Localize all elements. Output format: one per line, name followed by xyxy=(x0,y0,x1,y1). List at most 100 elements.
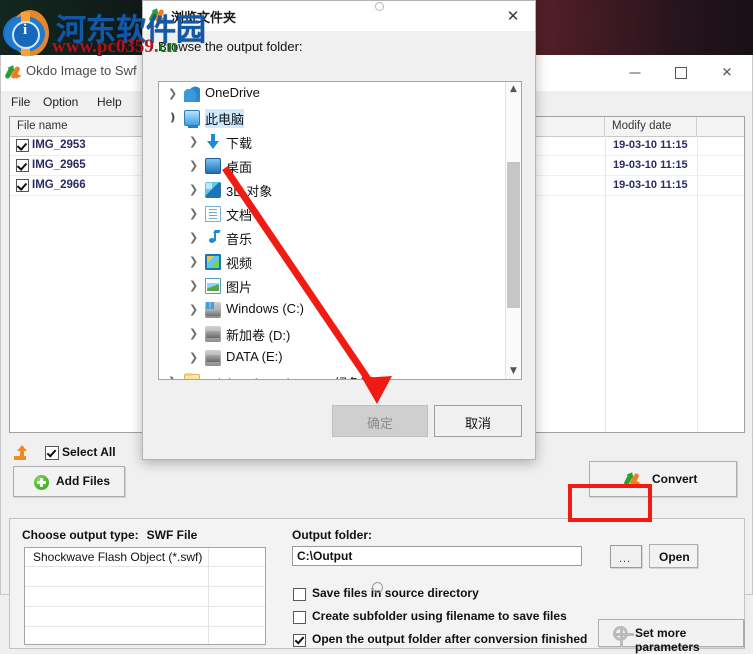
tree-item-windows-c[interactable]: ❯ Windows (C:) xyxy=(159,298,521,322)
dialog-title-text: 浏览文件夹 xyxy=(171,10,237,25)
output-type-list[interactable]: Shockwave Flash Object (*.swf) xyxy=(24,547,266,647)
chevron-right-icon[interactable]: ❯ xyxy=(189,327,198,340)
row-modify-date: 19-03-10 11:15 xyxy=(613,139,688,151)
chevron-right-icon[interactable]: ❯ xyxy=(189,351,198,364)
videos-icon xyxy=(205,254,221,270)
3d-objects-icon xyxy=(205,182,221,198)
mouse-cursor-indicator xyxy=(372,582,383,593)
drive-icon xyxy=(205,326,221,342)
tree-item-label: 视频 xyxy=(226,256,253,271)
move-up-icon[interactable] xyxy=(13,445,31,461)
busy-indicator-icon xyxy=(375,2,384,11)
add-files-button[interactable]: Add Files xyxy=(13,466,125,497)
chevron-right-icon[interactable]: ❯ xyxy=(189,135,198,148)
dialog-close-button[interactable]: ✕ xyxy=(491,1,535,31)
tree-item-this-pc[interactable]: ❫ 此电脑 xyxy=(159,106,521,130)
tree-item-desktop[interactable]: ❯ 桌面 xyxy=(159,154,521,178)
row-file-name: IMG_2966 xyxy=(32,179,86,191)
select-all-label: Select All xyxy=(62,445,116,459)
open-after-conversion-label: Open the output folder after conversion … xyxy=(312,632,588,646)
row-checkbox[interactable] xyxy=(16,159,29,172)
row-file-name: IMG_2953 xyxy=(32,139,86,151)
convert-label: Convert xyxy=(652,472,698,486)
dialog-title-bar: 浏览文件夹 ✕ xyxy=(143,1,535,31)
tree-item-drive-d[interactable]: ❯ 新加卷 (D:) xyxy=(159,322,521,346)
close-button[interactable]: ✕ xyxy=(704,55,750,91)
browse-folder-button[interactable]: ... xyxy=(610,545,642,568)
row-modify-date: 19-03-10 11:15 xyxy=(613,179,688,191)
open-label: Open xyxy=(659,550,690,564)
column-header-blank-2[interactable] xyxy=(697,117,744,136)
tree-scrollbar[interactable]: ▲ ▼ xyxy=(505,82,521,379)
desktop-icon xyxy=(205,158,221,174)
music-icon xyxy=(205,230,221,246)
chevron-down-icon[interactable]: ▼ xyxy=(506,364,521,379)
tree-item-label: 桌面 xyxy=(226,160,253,175)
tree-item-label: Windows (C:) xyxy=(226,301,305,316)
maximize-button[interactable] xyxy=(658,55,704,91)
chevron-right-icon[interactable]: ❯ xyxy=(189,231,198,244)
tree-item-videos[interactable]: ❯ 视频 xyxy=(159,250,521,274)
green-plus-icon xyxy=(34,475,49,490)
tree-item-documents[interactable]: ❯ 文档 xyxy=(159,202,521,226)
tree-item-3d-objects[interactable]: ❯ 3D 对象 xyxy=(159,178,521,202)
dialog-prompt-text: Browse the output folder: xyxy=(158,39,303,54)
cancel-button[interactable]: 取消 xyxy=(434,405,522,437)
scrollbar-thumb[interactable] xyxy=(507,162,520,308)
output-type-label: Choose output type: SWF File xyxy=(22,528,197,542)
close-icon: ✕ xyxy=(506,7,520,25)
folder-tree[interactable]: ❯ OneDrive ❫ 此电脑 ❯ 下载 ❯ 桌面 ❯ 3D 对象 ❯ 文档 … xyxy=(158,81,522,380)
open-after-conversion-checkbox[interactable] xyxy=(293,634,306,647)
menu-item-help[interactable]: Help xyxy=(91,93,128,115)
row-checkbox[interactable] xyxy=(16,139,29,152)
annotation-highlight-box xyxy=(568,484,652,522)
chevron-right-icon[interactable]: ❯ xyxy=(168,375,177,379)
set-more-parameters-button[interactable]: Set more parameters xyxy=(598,619,744,654)
output-folder-label: Output folder: xyxy=(292,528,372,542)
tree-item-music[interactable]: ❯ 音乐 xyxy=(159,226,521,250)
chevron-down-icon[interactable]: ❫ xyxy=(168,111,177,124)
okdo-arrows-icon xyxy=(148,6,166,24)
tree-item-pictures[interactable]: ❯ 图片 xyxy=(159,274,521,298)
tree-item-label: 新加卷 (D:) xyxy=(226,328,291,343)
chevron-right-icon[interactable]: ❯ xyxy=(189,255,198,268)
folder-icon xyxy=(184,373,200,379)
browse-folder-dialog: 浏览文件夹 ✕ Browse the output folder: ❯ OneD… xyxy=(142,0,536,460)
cancel-label: 取消 xyxy=(464,416,491,431)
tree-item-adobe-photoshop[interactable]: ❯ Adobe Photoshop CC 绿色版 xyxy=(159,370,521,379)
select-all-checkbox[interactable] xyxy=(45,446,59,460)
output-folder-input[interactable] xyxy=(292,546,582,566)
tree-item-label: OneDrive xyxy=(205,85,260,100)
minimize-button[interactable] xyxy=(612,55,658,91)
okdo-arrows-icon xyxy=(4,63,22,81)
open-folder-button[interactable]: Open xyxy=(649,544,698,568)
chevron-right-icon[interactable]: ❯ xyxy=(168,87,177,100)
pictures-icon xyxy=(205,278,221,294)
tree-item-label: 此电脑 xyxy=(205,109,245,128)
tree-item-onedrive[interactable]: ❯ OneDrive xyxy=(159,82,521,106)
menu-item-file[interactable]: File xyxy=(5,93,36,115)
chevron-right-icon[interactable]: ❯ xyxy=(189,279,198,292)
chevron-right-icon[interactable]: ❯ xyxy=(189,159,198,172)
chevron-right-icon[interactable]: ❯ xyxy=(189,207,198,220)
column-header-modify-date[interactable]: Modify date xyxy=(605,117,697,136)
row-modify-date: 19-03-10 11:15 xyxy=(613,159,688,171)
tree-item-label: Adobe Photoshop CC 绿色版 xyxy=(205,373,373,379)
chevron-up-icon[interactable]: ▲ xyxy=(506,82,521,97)
chevron-right-icon[interactable]: ❯ xyxy=(189,303,198,316)
output-type-value: SWF File xyxy=(146,528,198,542)
tree-item-label: 图片 xyxy=(226,280,253,295)
create-subfolder-checkbox[interactable] xyxy=(293,611,306,624)
tree-item-label: 下载 xyxy=(226,136,253,151)
tree-item-drive-e[interactable]: ❯ DATA (E:) xyxy=(159,346,521,370)
minimize-icon xyxy=(629,72,641,74)
add-files-label: Add Files xyxy=(56,474,111,488)
ok-button[interactable]: 确定 xyxy=(332,405,428,437)
gear-icon xyxy=(613,626,634,647)
menu-item-option[interactable]: Option xyxy=(37,93,84,115)
list-item[interactable]: Shockwave Flash Object (*.swf) xyxy=(25,548,265,567)
row-checkbox[interactable] xyxy=(16,179,29,192)
tree-item-downloads[interactable]: ❯ 下载 xyxy=(159,130,521,154)
create-subfolder-label: Create subfolder using filename to save … xyxy=(312,609,567,623)
chevron-right-icon[interactable]: ❯ xyxy=(189,183,198,196)
